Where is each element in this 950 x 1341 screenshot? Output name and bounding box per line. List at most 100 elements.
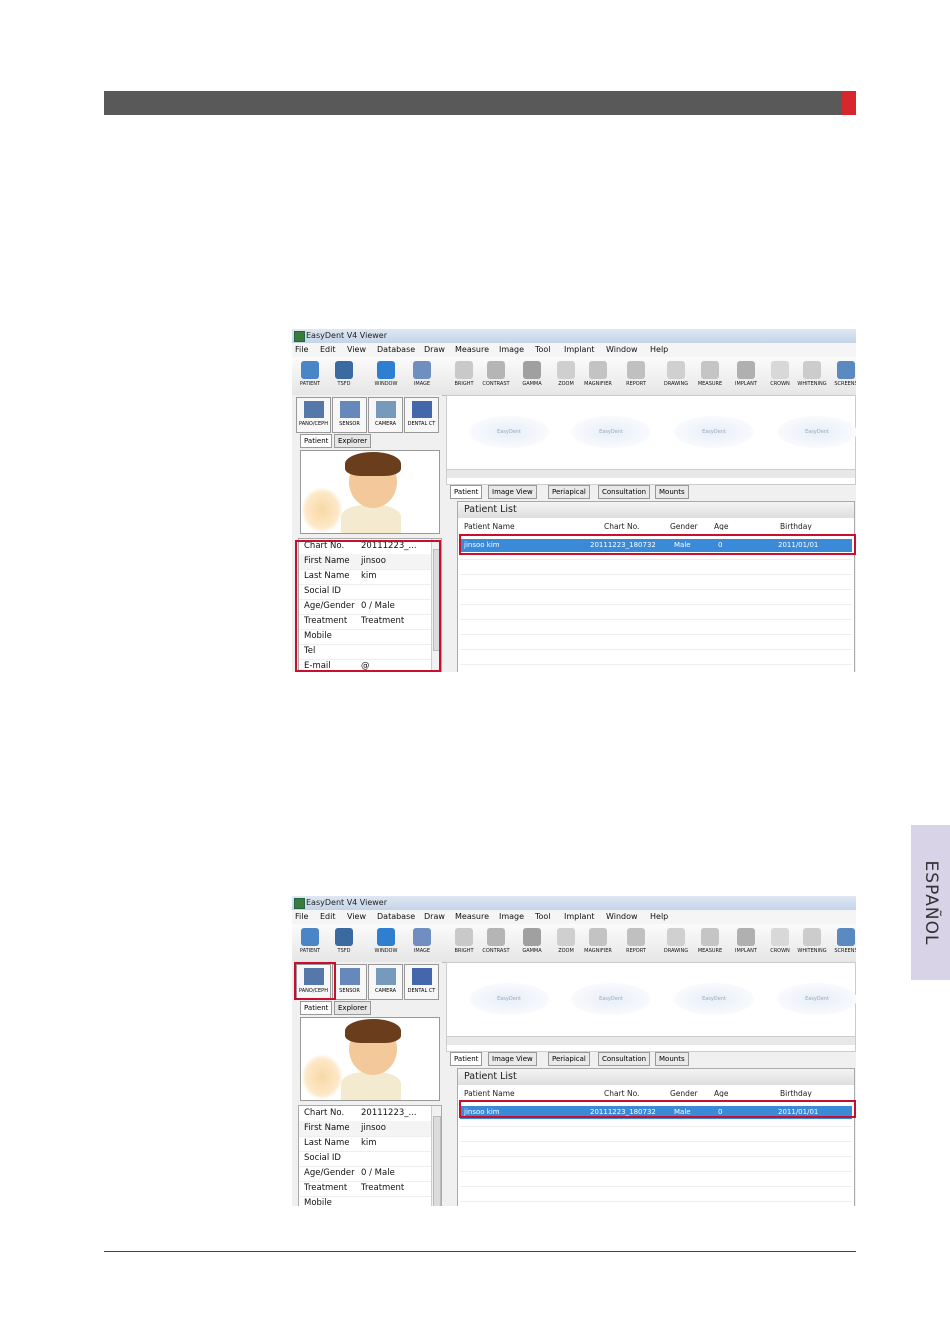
acquire-dentalct-button[interactable]: DENTAL CT [404, 964, 439, 1000]
right-tab-patient[interactable]: Patient [450, 1052, 483, 1066]
right-tab-mounts[interactable]: Mounts [655, 1052, 689, 1066]
toolbar-label: IMAGE [413, 948, 431, 954]
toolbar-image-button[interactable]: IMAGE [406, 926, 438, 960]
menu-edit[interactable]: Edit [320, 910, 336, 924]
thumbnail-slot[interactable]: EasyDent [571, 416, 651, 448]
acquire-camera-button[interactable]: CAMERA [368, 397, 403, 433]
toolbar-measure-button[interactable]: MEASURE [694, 359, 726, 393]
toolbar-gamma-button[interactable]: GAMMA [516, 359, 548, 393]
toolbar-icon [523, 928, 541, 946]
thumbnail-slot[interactable]: EasyDent [469, 983, 549, 1015]
toolbar-window-button[interactable]: WINDOW [370, 359, 402, 393]
menu-image[interactable]: Image [499, 910, 524, 924]
menu-database[interactable]: Database [377, 910, 415, 924]
toolbar-whitening-button[interactable]: WHITENING [796, 359, 828, 393]
right-tab-consultation[interactable]: Consultation [598, 1052, 651, 1066]
toolbar-implant-button[interactable]: IMPLANT [730, 926, 762, 960]
thumbnail-slot[interactable]: EasyDent [469, 416, 549, 448]
toolbar-implant-button[interactable]: IMPLANT [730, 359, 762, 393]
acquire-sensor-button[interactable]: SENSOR [332, 964, 367, 1000]
toolbar-image-button[interactable]: IMAGE [406, 359, 438, 393]
menu-tool[interactable]: Tool [535, 343, 551, 357]
menu-implant[interactable]: Implant [564, 343, 595, 357]
menu-draw[interactable]: Draw [424, 343, 445, 357]
right-tab-imageview[interactable]: Image View [488, 485, 537, 499]
thumbnail-slot[interactable]: EasyDent [571, 983, 651, 1015]
toolbar-zoom-button[interactable]: ZOOM [550, 359, 582, 393]
toolbar-screens-button[interactable]: SCREENS [830, 926, 856, 960]
menu-view[interactable]: View [347, 343, 366, 357]
menu-measure[interactable]: Measure [455, 910, 489, 924]
menu-file[interactable]: File [295, 910, 308, 924]
thumbnail-slot[interactable]: EasyDent [674, 983, 754, 1015]
toolbar-screens-button[interactable]: SCREENS [830, 359, 856, 393]
menu-measure[interactable]: Measure [455, 343, 489, 357]
menu-draw[interactable]: Draw [424, 910, 445, 924]
toolbar-measure-button[interactable]: MEASURE [694, 926, 726, 960]
menu-image[interactable]: Image [499, 343, 524, 357]
right-tab-periapical[interactable]: Periapical [548, 485, 590, 499]
info-key: Social ID [304, 1153, 341, 1163]
toolbar-tsfd-button[interactable]: TSFD [328, 926, 360, 960]
toolbar-contrast-button[interactable]: CONTRAST [480, 926, 512, 960]
menu-help[interactable]: Help [650, 910, 668, 924]
toolbar-magnifier-button[interactable]: MAGNIFIER [582, 926, 614, 960]
right-tab-imageview[interactable]: Image View [488, 1052, 537, 1066]
menu-database[interactable]: Database [377, 343, 415, 357]
thumbnail-slot[interactable]: EasyDent [777, 416, 856, 448]
toolbar-zoom-button[interactable]: ZOOM [550, 926, 582, 960]
toolbar-crown-button[interactable]: CROWN [764, 926, 796, 960]
menu-implant[interactable]: Implant [564, 910, 595, 924]
toolbar-icon [455, 361, 473, 379]
toolbar-icon [335, 928, 353, 946]
toolbar-report-button[interactable]: REPORT [620, 359, 652, 393]
menu-help[interactable]: Help [650, 343, 668, 357]
toolbar-report-button[interactable]: REPORT [620, 926, 652, 960]
toolbar-icon [627, 361, 645, 379]
toolbar-label: MAGNIFIER [584, 381, 612, 387]
right-tab-patient[interactable]: Patient [450, 485, 483, 499]
toolbar-window-button[interactable]: WINDOW [370, 926, 402, 960]
menu-file[interactable]: File [295, 343, 308, 357]
thumbnail-slot[interactable]: EasyDent [674, 416, 754, 448]
toolbar-bright-button[interactable]: BRIGHT [448, 359, 480, 393]
menu-view[interactable]: View [347, 910, 366, 924]
toolbar-patient-button[interactable]: PATIENT [294, 926, 326, 960]
thumbnail-slot[interactable]: EasyDent [777, 983, 856, 1015]
left-tab-explorer[interactable]: Explorer [334, 434, 372, 448]
toolbar-drawing-button[interactable]: DRAWING [660, 359, 692, 393]
menu-window[interactable]: Window [606, 343, 638, 357]
toolbar-label: DRAWING [663, 948, 689, 954]
toolbar-tsfd-button[interactable]: TSFD [328, 359, 360, 393]
toolbar-crown-button[interactable]: CROWN [764, 359, 796, 393]
right-tab-periapical[interactable]: Periapical [548, 1052, 590, 1066]
acquire-panoceph-button[interactable]: PANO/CEPH [296, 397, 331, 433]
menu-tool[interactable]: Tool [535, 910, 551, 924]
thumbnail-scrollbar[interactable] [447, 1036, 855, 1045]
toolbar-label: MAGNIFIER [584, 948, 612, 954]
right-tab-consultation[interactable]: Consultation [598, 485, 651, 499]
right-tab-mounts[interactable]: Mounts [655, 485, 689, 499]
toolbar-bright-button[interactable]: BRIGHT [448, 926, 480, 960]
toolbar-label: CROWN [770, 381, 790, 387]
left-tab-patient[interactable]: Patient [300, 434, 333, 448]
acquire-camera-button[interactable]: CAMERA [368, 964, 403, 1000]
left-tab-explorer[interactable]: Explorer [334, 1001, 372, 1015]
left-tab-patient[interactable]: Patient [300, 1001, 333, 1015]
info-scrollbar[interactable] [431, 1106, 441, 1206]
toolbar-patient-button[interactable]: PATIENT [294, 359, 326, 393]
toolbar-gamma-button[interactable]: GAMMA [516, 926, 548, 960]
acquire-sensor-button[interactable]: SENSOR [332, 397, 367, 433]
toolbar-drawing-button[interactable]: DRAWING [660, 926, 692, 960]
menu-window[interactable]: Window [606, 910, 638, 924]
toolbar-contrast-button[interactable]: CONTRAST [480, 359, 512, 393]
info-scroll-thumb[interactable] [433, 1116, 441, 1206]
acquire-dentalct-button[interactable]: DENTAL CT [404, 397, 439, 433]
toolbar-icon [335, 361, 353, 379]
toolbar-label: BRIGHT [454, 381, 474, 387]
thumbnail-scrollbar[interactable] [447, 469, 855, 478]
toolbar-whitening-button[interactable]: WHITENING [796, 926, 828, 960]
window-title: EasyDent V4 Viewer [306, 898, 387, 907]
menu-edit[interactable]: Edit [320, 343, 336, 357]
toolbar-magnifier-button[interactable]: MAGNIFIER [582, 359, 614, 393]
